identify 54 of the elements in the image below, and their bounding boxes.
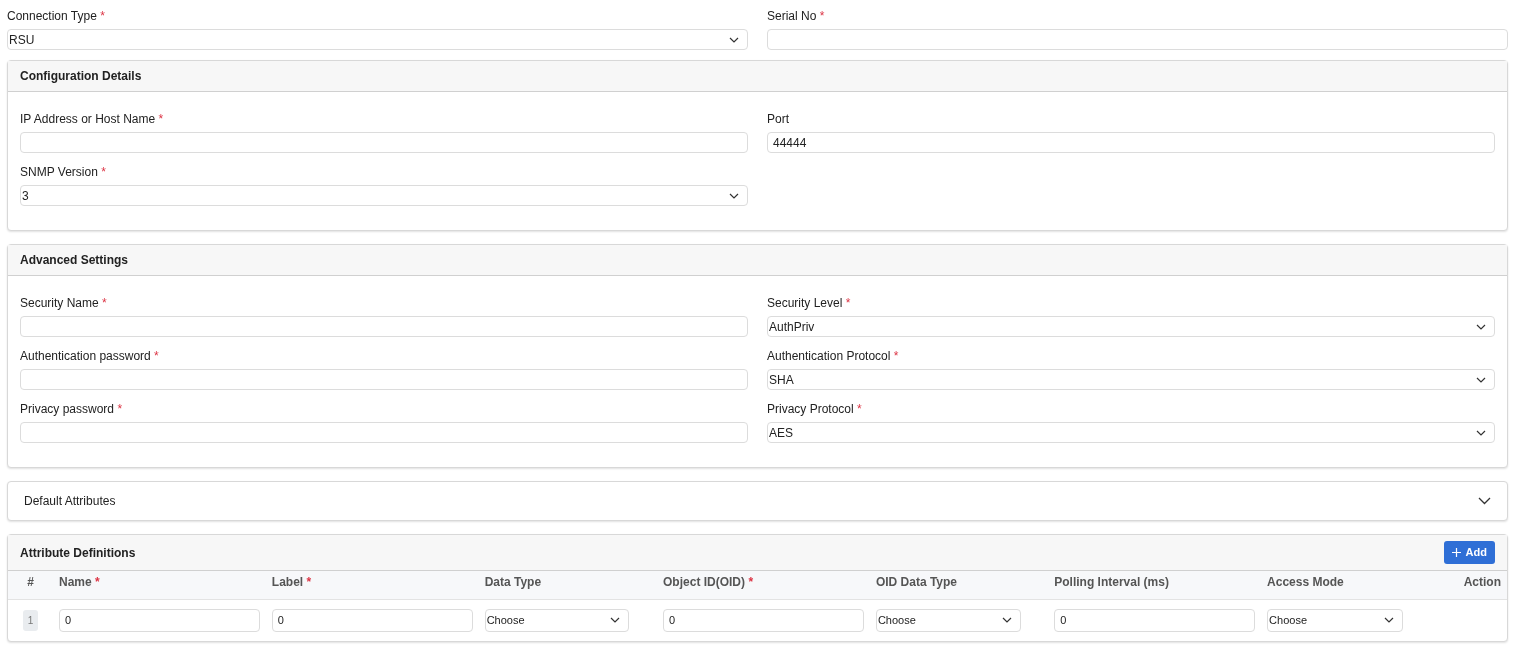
input-field[interactable] bbox=[20, 422, 748, 443]
column-header: # bbox=[27, 574, 34, 589]
chevron-down-icon bbox=[1476, 429, 1486, 436]
chevron-down-icon bbox=[1476, 323, 1486, 330]
dropdown-field[interactable]: SHA bbox=[767, 369, 1495, 390]
section-title: Advanced Settings bbox=[20, 252, 129, 269]
dropdown-field[interactable]: AES bbox=[767, 422, 1495, 443]
input-field[interactable] bbox=[767, 29, 1508, 50]
column-header: Data Type bbox=[484, 574, 542, 589]
column-header: Access Mode bbox=[1267, 574, 1344, 589]
row-number: 1 bbox=[22, 609, 39, 631]
chevron-down-icon bbox=[1001, 617, 1012, 623]
column-header: Label * bbox=[271, 574, 312, 589]
column-header: OID Data Type bbox=[875, 574, 957, 589]
column-header: Name * bbox=[58, 574, 100, 589]
column-header: Object ID(OID) * bbox=[663, 574, 754, 589]
field-label: Security Name * bbox=[20, 296, 107, 310]
dropdown-field[interactable]: Choose bbox=[875, 608, 1021, 632]
chevron-down-icon bbox=[610, 617, 621, 623]
field-label: IP Address or Host Name * bbox=[20, 112, 164, 126]
column-header: Polling Interval (ms) bbox=[1054, 574, 1169, 589]
column-header: Action bbox=[1463, 574, 1501, 589]
input-field[interactable] bbox=[20, 369, 748, 390]
field-label: Privacy password * bbox=[20, 402, 123, 416]
field-label: Connection Type * bbox=[7, 9, 105, 23]
input-field[interactable]: 44444 bbox=[767, 132, 1495, 153]
chevron-down-icon bbox=[1476, 376, 1486, 383]
plus-icon bbox=[1451, 548, 1461, 557]
dropdown-field[interactable]: RSU bbox=[7, 29, 748, 50]
input-field[interactable]: 0 bbox=[1054, 608, 1256, 632]
chevron-down-icon bbox=[729, 36, 739, 43]
chevron-down-icon bbox=[1478, 497, 1491, 505]
section-title: Configuration Details bbox=[20, 68, 142, 85]
field-label: Authentication Protocol * bbox=[767, 349, 899, 363]
input-field[interactable]: 0 bbox=[663, 608, 864, 632]
input-field[interactable] bbox=[20, 132, 748, 153]
section-title: Attribute Definitions bbox=[20, 544, 136, 562]
field-label: Privacy Protocol * bbox=[767, 402, 862, 416]
input-field[interactable]: 0 bbox=[58, 608, 260, 632]
dropdown-field[interactable]: Choose bbox=[484, 608, 630, 632]
field-label: Security Level * bbox=[767, 296, 851, 310]
field-label: Port bbox=[767, 112, 789, 126]
dropdown-field[interactable]: Choose bbox=[1267, 608, 1403, 632]
chevron-down-icon bbox=[729, 192, 739, 199]
accordion-header[interactable]: Default Attributes bbox=[7, 481, 1508, 521]
chevron-down-icon bbox=[1383, 617, 1394, 623]
input-field[interactable]: 0 bbox=[271, 608, 473, 632]
dropdown-field[interactable]: 3 bbox=[20, 185, 748, 206]
dropdown-field[interactable]: AuthPriv bbox=[767, 316, 1495, 337]
field-label: Authentication password * bbox=[20, 349, 159, 363]
field-label: Serial No * bbox=[767, 9, 825, 23]
input-field[interactable] bbox=[20, 316, 748, 337]
field-label: SNMP Version * bbox=[20, 165, 106, 179]
add-button[interactable]: Add bbox=[1443, 541, 1495, 564]
